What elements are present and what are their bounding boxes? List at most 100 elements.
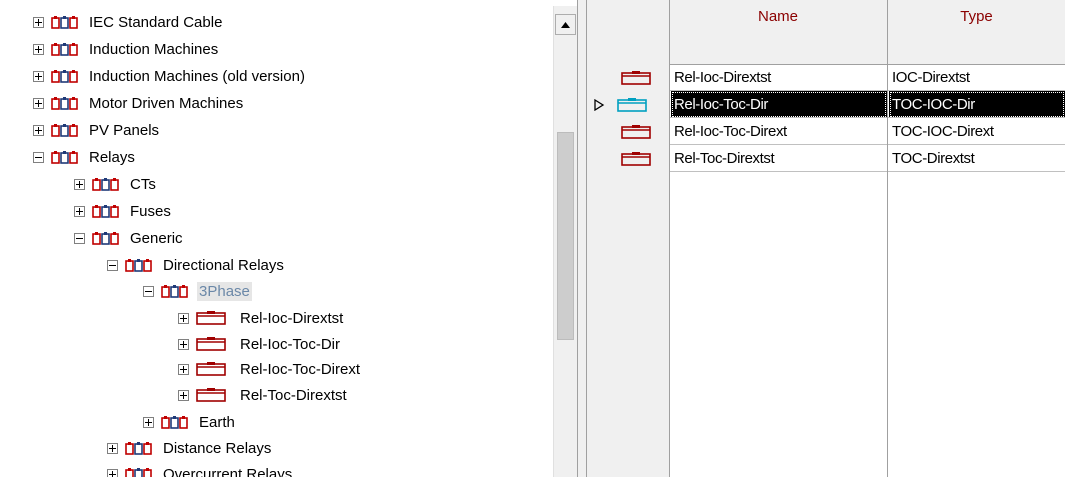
column-header-name[interactable]: Name [669, 0, 887, 64]
tree-item-label: Induction Machines (old version) [89, 67, 305, 85]
grid-row-selected[interactable]: Rel-Ioc-Toc-Dir TOC-IOC-Dir [587, 91, 1065, 118]
row-header-column [587, 172, 669, 477]
pane-splitter[interactable] [577, 0, 587, 477]
cell-type[interactable]: IOC-Dirextst [889, 64, 1065, 91]
tree-item-label: Fuses [130, 202, 171, 220]
cell-type[interactable]: TOC-IOC-Dir [889, 91, 1065, 118]
scrollbar-thumb[interactable] [557, 132, 574, 340]
tree-item-generic[interactable]: Generic [74, 225, 185, 251]
column-divider [887, 0, 888, 477]
folder-library-icon [51, 97, 78, 110]
expand-icon[interactable] [178, 338, 189, 350]
folder-library-icon [51, 16, 78, 29]
tree-item-relay-type[interactable]: Rel-Ioc-Dirextst [178, 305, 345, 331]
column-divider [669, 0, 670, 477]
row-header-cell[interactable] [587, 91, 669, 118]
expand-icon[interactable] [74, 205, 85, 217]
tree-item-motor-driven-machines[interactable]: Motor Driven Machines [33, 90, 245, 116]
relay-type-icon [621, 124, 651, 139]
folder-library-icon [51, 43, 78, 56]
tree-item-induction-machines[interactable]: Induction Machines [33, 36, 220, 62]
relay-type-icon [617, 97, 647, 112]
row-header-cell[interactable] [587, 118, 669, 145]
grid-line [669, 90, 1065, 91]
tree-item-cts[interactable]: CTs [74, 171, 158, 197]
tree-item-label: Distance Relays [163, 439, 272, 457]
row-header-cell[interactable] [587, 145, 669, 172]
tree-item-relay-type[interactable]: Rel-Ioc-Toc-Dir [178, 331, 342, 357]
folder-library-icon [161, 416, 188, 429]
folder-library-icon [92, 178, 119, 191]
expand-icon[interactable] [33, 16, 44, 28]
tree-item-earth[interactable]: Earth [143, 409, 237, 435]
grid-line [669, 117, 1065, 118]
folder-library-icon [125, 259, 152, 272]
tree-item-directional-relays[interactable]: Directional Relays [107, 252, 286, 278]
cell-name[interactable]: Rel-Ioc-Toc-Dirext [671, 118, 887, 145]
tree-item-label: Generic [130, 229, 183, 247]
tree-item-label: Rel-Toc-Dirextst [240, 386, 347, 404]
tree-item-label: PV Panels [89, 121, 160, 139]
tree-item-label: Rel-Ioc-Toc-Dir [240, 335, 341, 353]
expand-icon[interactable] [107, 442, 118, 454]
cell-name[interactable]: Rel-Ioc-Toc-Dir [671, 91, 887, 118]
cell-type[interactable]: TOC-IOC-Dirext [889, 118, 1065, 145]
row-header-cell[interactable] [587, 64, 669, 91]
collapse-icon[interactable] [143, 285, 154, 297]
tree-item-label: Rel-Ioc-Toc-Dirext [240, 360, 361, 378]
relay-type-grid[interactable]: Name Type Rel-Ioc-Dirextst IOC-Dirextst … [587, 0, 1065, 477]
folder-library-icon [125, 468, 152, 477]
tree-item-overcurrent-relays[interactable]: Overcurrent Relays [107, 461, 294, 477]
collapse-icon[interactable] [107, 259, 118, 271]
tree-item-label: Induction Machines [89, 40, 219, 58]
folder-library-icon [51, 151, 78, 164]
tree-item-label: Overcurrent Relays [163, 465, 293, 477]
library-tree[interactable]: IEC Standard Cable Induction Machines In… [0, 0, 565, 477]
tree-item-fuses[interactable]: Fuses [74, 198, 173, 224]
tree-item-label: Directional Relays [163, 256, 284, 274]
tree-vertical-scrollbar[interactable] [553, 6, 578, 477]
relay-type-icon [621, 151, 651, 166]
column-header-type[interactable]: Type [888, 0, 1065, 64]
expand-icon[interactable] [33, 97, 44, 109]
collapse-icon[interactable] [74, 232, 85, 244]
tree-item-label: IEC Standard Cable [89, 13, 223, 31]
expand-icon[interactable] [143, 416, 154, 428]
tree-item-distance-relays[interactable]: Distance Relays [107, 435, 273, 461]
expand-icon[interactable] [74, 178, 85, 190]
expand-icon[interactable] [33, 124, 44, 136]
grid-line [669, 171, 1065, 172]
folder-library-icon [51, 124, 78, 137]
folder-library-icon [51, 70, 78, 83]
current-row-indicator-icon [594, 98, 605, 111]
expand-icon[interactable] [178, 363, 189, 375]
tree-item-label: Motor Driven Machines [89, 94, 244, 112]
expand-icon[interactable] [33, 43, 44, 55]
cell-name[interactable]: Rel-Toc-Dirextst [671, 145, 887, 172]
relay-type-icon [196, 337, 226, 351]
tree-item-relays[interactable]: Relays [33, 144, 137, 170]
tree-item-relay-type[interactable]: Rel-Toc-Dirextst [178, 382, 349, 408]
tree-item-label: Rel-Ioc-Dirextst [240, 309, 344, 327]
relay-type-icon [196, 311, 226, 325]
folder-library-icon [125, 442, 152, 455]
folder-library-icon [92, 205, 119, 218]
tree-item-3phase[interactable]: 3Phase [143, 278, 252, 304]
tree-item-pv-panels[interactable]: PV Panels [33, 117, 161, 143]
cell-type[interactable]: TOC-Dirextst [889, 145, 1065, 172]
tree-item-induction-machines-old[interactable]: Induction Machines (old version) [33, 63, 307, 89]
expand-icon[interactable] [107, 468, 118, 477]
tree-item-label: CTs [130, 175, 156, 193]
expand-icon[interactable] [178, 389, 189, 401]
grid-row[interactable]: Rel-Toc-Dirextst TOC-Dirextst [587, 145, 1065, 172]
tree-item-relay-type[interactable]: Rel-Ioc-Toc-Dirext [178, 356, 362, 382]
cell-name[interactable]: Rel-Ioc-Dirextst [671, 64, 887, 91]
tree-item-iec-standard-cable[interactable]: IEC Standard Cable [33, 9, 224, 35]
grid-row[interactable]: Rel-Ioc-Dirextst IOC-Dirextst [587, 64, 1065, 91]
collapse-icon[interactable] [33, 151, 44, 163]
scroll-up-button[interactable] [555, 14, 576, 35]
grid-row[interactable]: Rel-Ioc-Toc-Dirext TOC-IOC-Dirext [587, 118, 1065, 145]
expand-icon[interactable] [178, 312, 189, 324]
expand-icon[interactable] [33, 70, 44, 82]
tree-item-label: 3Phase [197, 281, 252, 301]
